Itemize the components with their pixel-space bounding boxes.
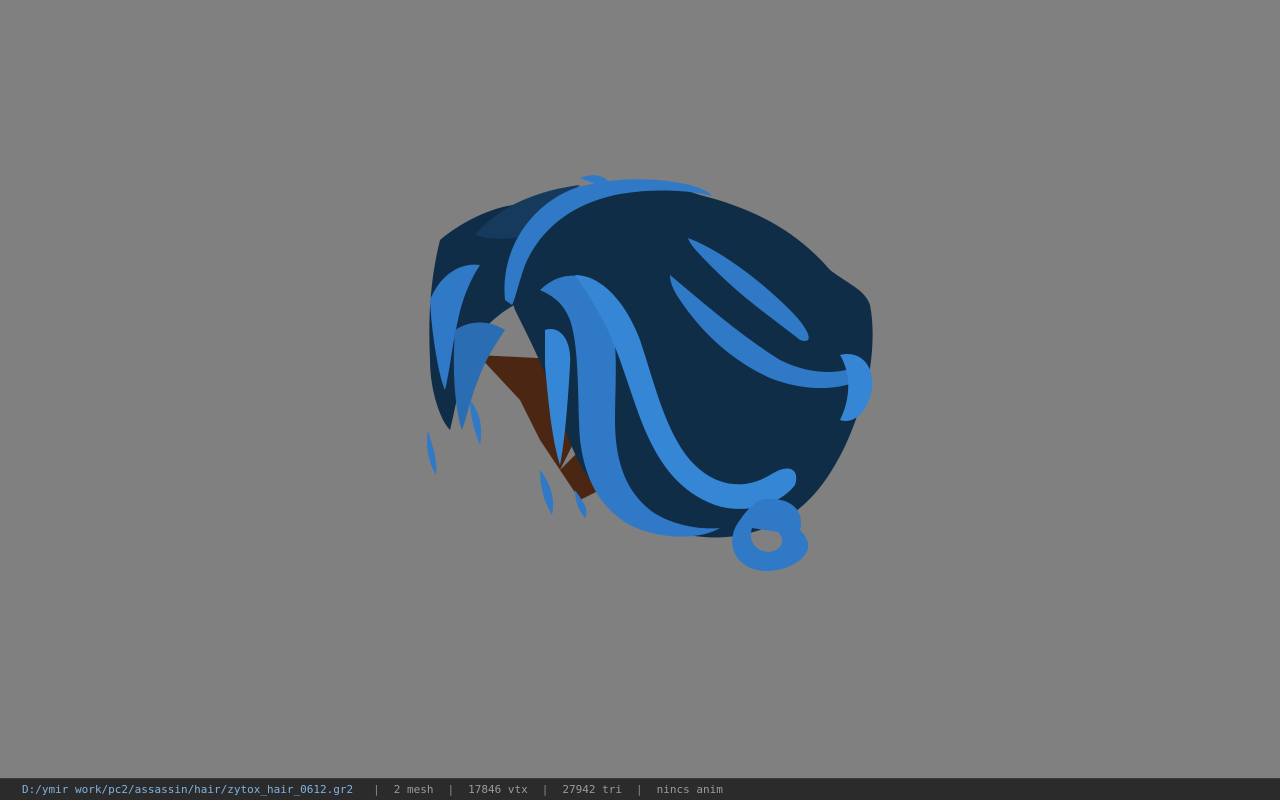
triangle-count-text: 27942 tri	[562, 783, 622, 796]
animation-status-text: nincs anim	[656, 783, 723, 796]
status-separator: |	[373, 783, 380, 796]
model-viewport[interactable]	[0, 0, 1280, 778]
status-separator: |	[541, 783, 549, 796]
hair-strand-left-b	[453, 322, 505, 430]
status-bar: D:/ymir work/pc2/assassin/hair/zytox_hai…	[0, 778, 1280, 800]
status-separator: |	[635, 783, 643, 796]
status-separator: |	[447, 783, 455, 796]
file-path-text: D:/ymir work/pc2/assassin/hair/zytox_hai…	[22, 783, 354, 796]
mesh-count-text: 2 mesh	[393, 783, 434, 796]
vertex-count-text: 17846 vtx	[468, 783, 528, 796]
hair-model-render[interactable]	[0, 0, 1280, 778]
